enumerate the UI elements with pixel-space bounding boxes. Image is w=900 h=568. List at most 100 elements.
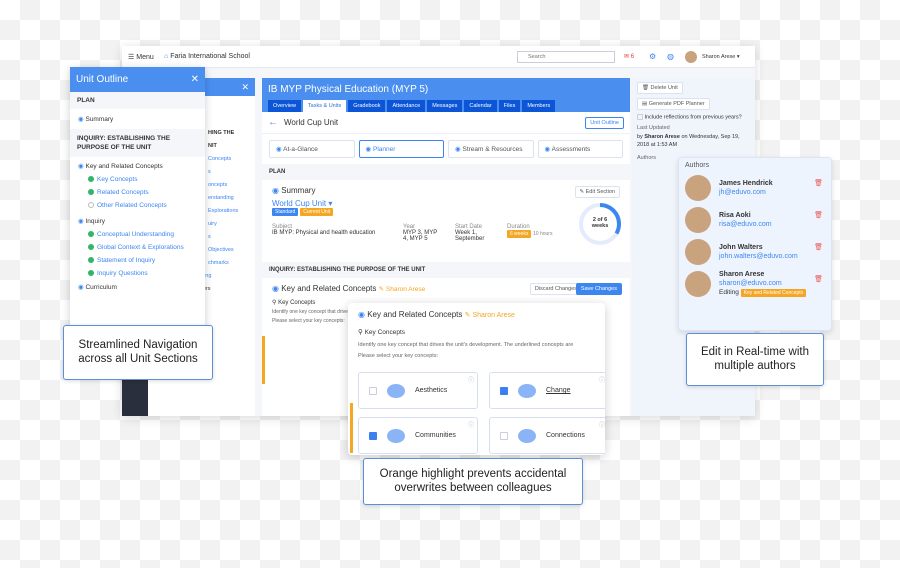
delete-unit-button[interactable]: 🗑 Delete Unit [637,82,683,94]
outline-inquiry: INQUIRY: ESTABLISHING THE PURPOSE OF THE… [70,129,205,158]
mail-icon[interactable]: ✉ 6 [624,53,634,60]
outline-curriculum[interactable]: ◉ Curriculum [70,280,205,294]
duration-badge: 6 weeks [507,230,532,238]
outline-inquiry-item[interactable]: ◉ Inquiry [70,212,205,228]
tab-files[interactable]: Files [498,100,521,112]
concept-card[interactable]: Change ⓘ [489,372,605,409]
unit-name: World Cup Unit [272,199,327,208]
outline-subitem[interactable]: Conceptual Understanding [70,228,205,241]
outline-item[interactable]: Objectives [208,243,255,256]
unit-dropdown[interactable]: World Cup Unit ▾ [272,199,620,208]
edit-label: Edit Section [585,189,615,195]
menu-label: Menu [136,54,154,61]
concept-card[interactable]: Communities ⓘ [358,417,478,454]
user-menu[interactable]: Sharon Arese ▾ [702,54,740,60]
outline-item[interactable]: uiry [208,217,255,230]
outline-subitem[interactable]: Statement of Inquiry [70,254,205,267]
trash-icon[interactable]: 🗑 [814,243,823,251]
popup-editor: Sharon Arese [472,312,515,319]
author-email[interactable]: sharon@eduvo.com [719,280,806,287]
outline-item[interactable]: oncepts [208,178,255,191]
subtab-planner[interactable]: ◉ Planner [358,140,444,158]
trash-icon[interactable]: 🗑 [814,211,823,219]
subtab-stream-resources[interactable]: ◉ Stream & Resources [448,140,534,158]
concept-card[interactable]: Aesthetics ⓘ [358,372,478,409]
tab-calendar[interactable]: Calendar [464,100,497,112]
outline-item[interactable]: erstanding [208,191,255,204]
summary-icon: ◉ [272,186,279,195]
author-email[interactable]: risa@eduvo.com [719,221,772,228]
concept-checkbox[interactable] [500,431,508,440]
gear-icon[interactable]: ⚙ [649,52,656,61]
reflections-label: Include reflections from previous years? [644,114,742,121]
reflections-checkbox[interactable]: Include reflections from previous years? [637,114,750,120]
concept-checkbox[interactable] [369,386,377,395]
badge-current: Current Unit [300,208,334,216]
author-email[interactable]: john.walters@eduvo.com [719,253,798,260]
status-text: Editing [719,289,739,296]
unit-title: World Cup Unit [284,118,339,127]
school-link[interactable]: ⌂ Faria International School [164,53,250,60]
info-icon[interactable]: ⓘ [468,375,474,384]
unit-outline-button[interactable]: Unit Outline [585,116,624,129]
avatar[interactable] [685,51,697,63]
outline-item[interactable]: Explorations [208,204,255,217]
back-arrow-icon[interactable]: ← [268,117,278,128]
subtab-assessments[interactable]: ◉ Assessments [537,140,623,158]
trash-icon[interactable]: 🗑 [814,179,823,187]
outline-subitem[interactable]: Related Concepts [70,186,205,199]
author-email[interactable]: jh@eduvo.com [719,189,773,196]
outline-summary[interactable]: ◉ Summary [70,109,205,129]
popup-identify: Identify one key concept that drives the… [358,342,574,348]
tab-attendance[interactable]: Attendance [387,100,426,112]
outline-item[interactable]: Concepts [208,152,255,165]
info-icon[interactable]: ⓘ [599,375,605,384]
tab-messages[interactable]: Messages [427,100,463,112]
outline-krc[interactable]: ◉ Key and Related Concepts [70,157,205,173]
concept-name: Change [546,387,571,394]
edit-section-button[interactable]: ✎ Edit Section [574,186,620,198]
outline-item[interactable]: NIT [208,139,255,152]
outline-krc-label: Key and Related Concepts [85,163,163,171]
tab-gradebook[interactable]: Gradebook [348,100,386,112]
outline-item[interactable]: chmarks [208,256,255,269]
outline-subitem[interactable]: Global Context & Explorations [70,241,205,254]
concept-checkbox[interactable] [369,431,377,440]
pdf-button[interactable]: ▤ Generate PDF Planner [637,98,710,110]
avatar [685,207,711,233]
outline-subitem-label: Related Concepts [97,189,149,197]
trash-icon[interactable]: 🗑 [814,275,823,283]
outline-subitem[interactable]: Inquiry Questions [70,267,205,280]
globe-icon[interactable]: ◍ [667,52,674,61]
menu-button[interactable]: ☰ Menu [128,53,154,61]
key-concepts-popup: ◉ Key and Related Concepts ✎ Sharon Ares… [348,303,605,455]
author-name: James Hendrick [719,180,773,187]
tab-members[interactable]: Members [522,100,556,112]
outline-subitem-label: Conceptual Understanding [97,231,174,239]
author-row: James Hendrick jh@eduvo.com 🗑 [685,175,825,201]
outline-subitem[interactable]: Other Related Concepts [70,199,205,212]
tab-overview[interactable]: Overview [268,100,301,112]
author-name: Sharon Arese [719,271,765,278]
discard-button[interactable]: Discard Changes [529,283,582,295]
outline-item[interactable]: s [208,230,255,243]
outline-item[interactable]: HING THE [208,126,255,139]
orange-highlight [262,336,265,384]
popup-kc-text: Key Concepts [364,329,406,336]
popup-title: Key and Related Concepts [367,310,463,319]
check-circle-icon [88,244,94,251]
subtab-at-a-glance[interactable]: ◉ At-a-Glance [269,140,355,158]
info-icon[interactable]: ⓘ [599,420,605,429]
by-text: by [637,134,643,141]
concept-card[interactable]: Connections ⓘ [489,417,605,454]
outline-item[interactable]: s [208,165,255,178]
home-icon: ⌂ [164,53,169,60]
concept-checkbox[interactable] [500,386,508,395]
save-button[interactable]: Save Changes [575,283,622,295]
close-icon[interactable]: ✕ [191,74,199,85]
outline-subitem[interactable]: Key Concepts [70,173,205,186]
info-icon[interactable]: ⓘ [468,420,474,429]
tab-tasks-units[interactable]: Tasks & Units [302,100,347,112]
outline-curriculum-label: Curriculum [85,284,117,292]
search-input[interactable] [517,51,615,63]
